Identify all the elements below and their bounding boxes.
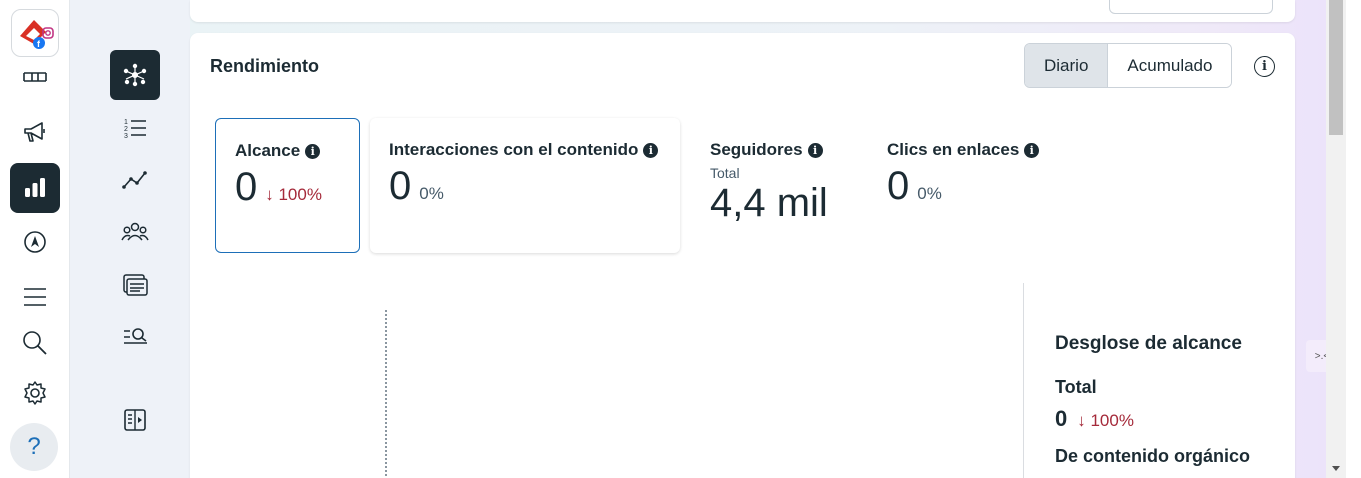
hub-icon[interactable] <box>110 50 160 100</box>
svg-text:2: 2 <box>124 126 128 133</box>
info-icon[interactable]: i <box>1024 142 1039 158</box>
metric-change: 0% <box>917 184 942 203</box>
performance-card: Rendimiento Diario Acumulado i Alcance i … <box>190 33 1295 478</box>
divider <box>1023 283 1024 478</box>
toggle-daily[interactable]: Diario <box>1025 44 1109 87</box>
metric-label: Seguidores <box>710 140 803 159</box>
metric-value: 0 <box>389 164 412 208</box>
metric-label: Clics en enlaces <box>887 140 1020 159</box>
breakdown-total-label: Total <box>1055 377 1097 397</box>
info-icon[interactable]: i <box>807 142 823 158</box>
menu-icon[interactable] <box>10 272 60 322</box>
help-icon: ? <box>27 433 41 460</box>
toggle-cumulative[interactable]: Acumulado <box>1108 44 1232 87</box>
info-icon[interactable]: i <box>1254 56 1275 77</box>
previous-card-button[interactable] <box>1109 0 1273 14</box>
metric-value: 0 <box>887 164 910 208</box>
chart-guide-line <box>385 310 387 478</box>
window-edge <box>1346 0 1361 478</box>
svg-text:1: 1 <box>124 119 128 126</box>
metric-reach[interactable]: Alcance i 0 ↓ 100% <box>215 118 360 253</box>
search-list-icon[interactable] <box>110 312 160 362</box>
help-button[interactable]: ? <box>10 423 58 471</box>
scrollbar-thumb[interactable] <box>1329 0 1343 135</box>
breakdown-title: Desglose de alcance <box>1055 333 1242 354</box>
trend-line-icon[interactable] <box>110 155 160 205</box>
breakdown-total-value: 0 <box>1055 406 1068 431</box>
scroll-down-icon[interactable] <box>1332 466 1340 471</box>
view-toggle: Diario Acumulado <box>1024 43 1233 88</box>
metric-label: Alcance <box>235 141 301 160</box>
info-icon[interactable]: i <box>643 142 659 158</box>
card-title: Rendimiento <box>210 56 320 76</box>
breakdown-organic-label: De contenido orgánico <box>1055 446 1251 466</box>
metric-change: ↓ 100% <box>265 185 322 204</box>
megaphone-icon[interactable] <box>10 107 60 157</box>
metric-followers[interactable]: Seguidores i Total 4,4 mil <box>691 118 861 253</box>
metric-change: 0% <box>419 184 444 203</box>
bar-chart-icon[interactable] <box>10 163 60 213</box>
metric-sublabel: Total <box>710 165 740 181</box>
metric-interactions[interactable]: Interacciones con el contenido i 0 0% <box>370 118 680 253</box>
gear-icon[interactable] <box>10 368 60 418</box>
search-icon[interactable] <box>10 318 60 368</box>
audience-icon[interactable] <box>110 207 160 257</box>
scrollbar[interactable] <box>1326 0 1346 478</box>
grid-icon[interactable] <box>10 60 60 90</box>
panel-toggle-icon[interactable] <box>110 395 160 445</box>
previous-card <box>190 0 1295 22</box>
svg-text:3: 3 <box>124 133 128 140</box>
reach-breakdown: Desglose de alcance Total 0 ↓ 100% De co… <box>1055 333 1285 467</box>
compass-icon[interactable] <box>10 217 60 267</box>
metric-link-clicks[interactable]: Clics en enlaces i 0 0% <box>868 118 1058 253</box>
global-nav-rail: f ? <box>0 0 70 478</box>
content-card-icon[interactable] <box>110 260 160 310</box>
info-icon[interactable]: i <box>305 143 321 159</box>
metric-label: Interacciones con el contenido <box>389 140 639 159</box>
metric-value: 4,4 mil <box>710 181 828 225</box>
breakdown-total-change: ↓ 100% <box>1077 411 1134 430</box>
metric-value: 0 <box>235 165 258 209</box>
numbered-list-icon[interactable]: 123 <box>110 103 160 153</box>
insights-subnav: 123 <box>70 0 190 478</box>
meta-business-logo[interactable]: f <box>11 9 59 57</box>
